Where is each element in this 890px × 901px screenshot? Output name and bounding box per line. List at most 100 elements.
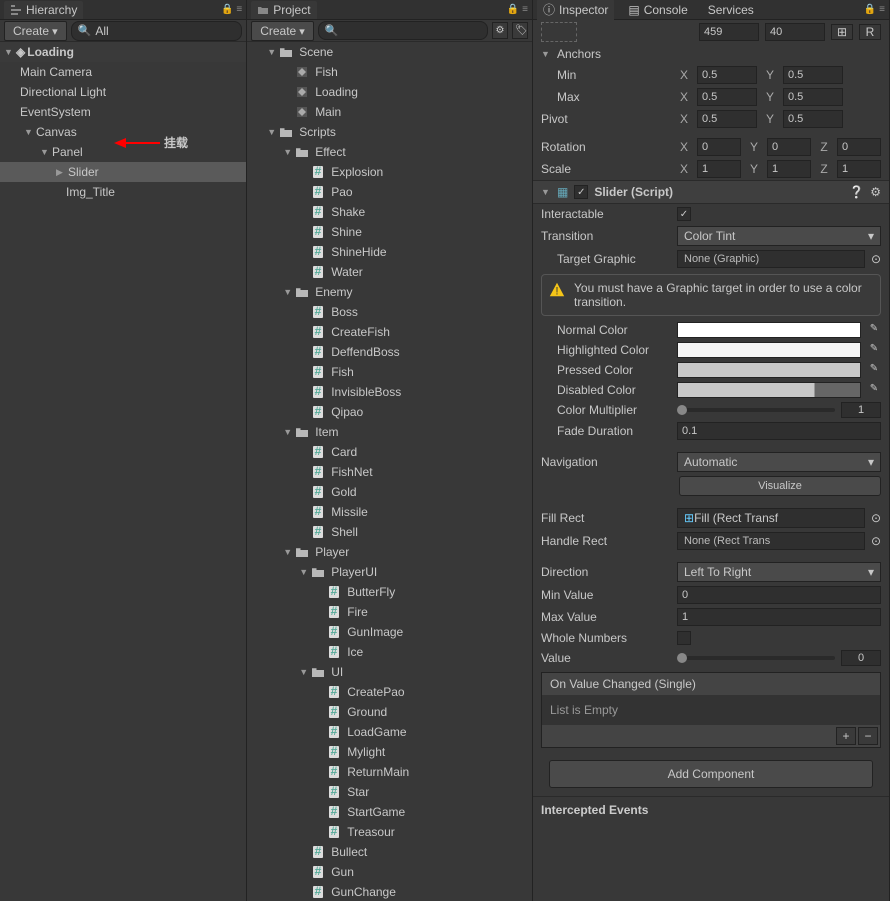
object-picker-icon[interactable]: ⊙ [871,534,881,548]
direction-dropdown[interactable]: Left To Right▾ [677,562,881,582]
hierarchy-item[interactable]: Directional Light [0,82,246,102]
anchor-preset-icon[interactable] [541,22,577,42]
project-item[interactable]: #DeffendBoss [247,342,532,362]
rot-x[interactable] [697,138,741,156]
remove-event-button[interactable]: − [858,727,878,745]
pivot-y[interactable] [783,110,843,128]
panel-lock-icons[interactable]: 🔒 ≡ [221,4,242,15]
intercepted-events-header[interactable]: Intercepted Events [533,796,889,823]
project-item[interactable]: #Missile [247,502,532,522]
slider-component-header[interactable]: ▼ ▦ ✓ Slider (Script) ❔ ⚙ [533,180,889,204]
transition-dropdown[interactable]: Color Tint▾ [677,226,881,246]
hierarchy-item-selected[interactable]: ▶Slider [0,162,246,182]
folder-enemy[interactable]: ▼Enemy [247,282,532,302]
min-value-input[interactable] [677,586,881,604]
normal-color-swatch[interactable] [677,322,861,338]
project-item[interactable]: #Fire [247,602,532,622]
scale-z[interactable] [837,160,881,178]
anchor-max-y[interactable] [783,88,843,106]
gear-icon[interactable]: ⚙ [870,185,881,199]
add-component-button[interactable]: Add Component [549,760,873,788]
project-item[interactable]: #GunChange [247,882,532,901]
project-item[interactable]: #ReturnMain [247,762,532,782]
hierarchy-item[interactable]: EventSystem [0,102,246,122]
disabled-color-swatch[interactable] [677,382,861,398]
refresh-icon[interactable]: R [859,24,881,40]
project-item[interactable]: #Pao [247,182,532,202]
project-search[interactable]: 🔍 [318,21,488,40]
folder-scripts[interactable]: ▼Scripts [247,122,532,142]
rot-z[interactable] [837,138,881,156]
project-item[interactable]: #FishNet [247,462,532,482]
project-item[interactable]: Main [247,102,532,122]
scale-x[interactable] [697,160,741,178]
anchors-foldout[interactable]: ▼Anchors [533,44,889,64]
console-tab[interactable]: ▤ Console [622,1,693,19]
project-item[interactable]: #Water [247,262,532,282]
panel-lock-icons[interactable]: 🔒 ≡ [864,4,885,15]
project-item[interactable]: #Shake [247,202,532,222]
project-item[interactable]: #Ice [247,642,532,662]
color-mult-value[interactable]: 1 [841,402,881,418]
visualize-button[interactable]: Visualize [679,476,881,496]
project-item[interactable]: #Bullect [247,842,532,862]
folder-ui[interactable]: ▼UI [247,662,532,682]
project-item[interactable]: Loading [247,82,532,102]
scale-y[interactable] [767,160,811,178]
project-item[interactable]: #LoadGame [247,722,532,742]
folder-scene[interactable]: ▼Scene [247,42,532,62]
folder-item[interactable]: ▼Item [247,422,532,442]
project-item[interactable]: #Explosion [247,162,532,182]
project-item[interactable]: #Card [247,442,532,462]
project-item[interactable]: #InvisibleBoss [247,382,532,402]
project-item[interactable]: #Gun [247,862,532,882]
width-input[interactable] [699,23,759,41]
navigation-dropdown[interactable]: Automatic▾ [677,452,881,472]
project-item[interactable]: #ButterFly [247,582,532,602]
object-picker-icon[interactable]: ⊙ [871,252,881,266]
help-icon[interactable]: ❔ [849,185,864,199]
enable-checkbox[interactable]: ✓ [574,185,588,199]
blueprint-icon[interactable]: ⊞ [831,24,853,40]
pressed-color-swatch[interactable] [677,362,861,378]
project-item[interactable]: Fish [247,62,532,82]
project-item[interactable]: #Shine [247,222,532,242]
hierarchy-item[interactable]: Main Camera [0,62,246,82]
color-mult-slider[interactable] [677,408,835,412]
interactable-checkbox[interactable]: ✓ [677,207,691,221]
folder-effect[interactable]: ▼Effect [247,142,532,162]
project-item[interactable]: #Shell [247,522,532,542]
pivot-x[interactable] [697,110,757,128]
folder-player[interactable]: ▼Player [247,542,532,562]
eyedropper-icon[interactable]: ✎ [867,323,881,337]
project-item[interactable]: #Mylight [247,742,532,762]
project-item[interactable]: #CreateFish [247,322,532,342]
project-item[interactable]: #ShineHide [247,242,532,262]
hierarchy-search[interactable]: 🔍All [71,21,243,41]
fade-duration-input[interactable] [677,422,881,440]
value-num[interactable]: 0 [841,650,881,666]
scene-row[interactable]: ▼◈ Loading [0,42,246,62]
hierarchy-item[interactable]: Img_Title [0,182,246,202]
max-value-input[interactable] [677,608,881,626]
project-item[interactable]: #StartGame [247,802,532,822]
project-item[interactable]: #Ground [247,702,532,722]
inspector-tab[interactable]: ⓘ Inspector [537,0,614,20]
highlighted-color-swatch[interactable] [677,342,861,358]
anchor-min-x[interactable] [697,66,757,84]
add-event-button[interactable]: + [836,727,856,745]
target-graphic-field[interactable]: None (Graphic) [677,250,865,268]
project-item[interactable]: #GunImage [247,622,532,642]
project-filter-icons[interactable]: ⚙🏷 [492,22,528,39]
project-item[interactable]: #Fish [247,362,532,382]
handle-rect-field[interactable]: None (Rect Trans [677,532,865,550]
create-button[interactable]: Create ▾ [4,21,67,41]
project-item[interactable]: #Gold [247,482,532,502]
whole-numbers-checkbox[interactable] [677,631,691,645]
anchor-min-y[interactable] [783,66,843,84]
height-input[interactable] [765,23,825,41]
tag-icon[interactable]: 🏷 [512,22,528,39]
fill-rect-field[interactable]: ⊞Fill (Rect Transf [677,508,865,528]
services-tab[interactable]: Services [702,1,760,19]
hierarchy-tab[interactable]: Hierarchy [4,1,83,19]
